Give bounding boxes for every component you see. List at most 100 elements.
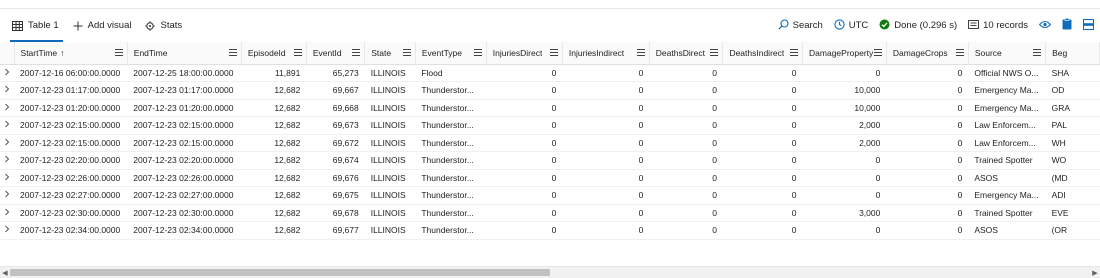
expand-row-chevron-icon[interactable] — [0, 99, 15, 117]
cell-beg[interactable]: (OR — [1045, 221, 1100, 240]
cell-eventid[interactable]: 69,677 — [306, 221, 365, 240]
column-menu-icon[interactable] — [352, 48, 361, 58]
cell-damagecrops[interactable]: 0 — [886, 204, 969, 222]
cell-damageproperty[interactable]: 0 — [802, 186, 887, 205]
cell-episodeid[interactable]: 11,891 — [241, 64, 307, 82]
cell-injuriesindirect[interactable]: 0 — [562, 99, 650, 117]
expand-row-chevron-icon[interactable] — [0, 151, 15, 170]
cell-starttime[interactable]: 2007-12-23 02:15:00.0000 — [14, 134, 128, 152]
cell-state[interactable]: ILLINOIS — [364, 151, 416, 170]
cell-source[interactable]: ASOS — [968, 169, 1046, 187]
table-row[interactable]: 2007-12-23 02:15:00.0000 2007-12-23 02:15… — [0, 134, 1100, 152]
cell-state[interactable]: ILLINOIS — [364, 134, 416, 152]
add-visual-button[interactable]: Add visual — [67, 9, 140, 42]
table-row[interactable]: 2007-12-23 02:15:00.0000 2007-12-23 02:15… — [0, 116, 1100, 135]
cell-state[interactable]: ILLINOIS — [364, 186, 416, 205]
cell-source[interactable]: Law Enforcem... — [968, 116, 1046, 135]
column-header-endtime[interactable]: EndTime — [127, 42, 242, 65]
column-header-injuriesindirect[interactable]: InjuriesIndirect — [562, 42, 650, 65]
table-row[interactable]: 2007-12-23 02:30:00.0000 2007-12-23 02:30… — [0, 204, 1100, 222]
cell-eventtype[interactable]: Thunderstor... — [415, 169, 487, 187]
tab-table-1[interactable]: Table 1 — [6, 9, 67, 42]
cell-damageproperty[interactable]: 10,000 — [802, 99, 887, 117]
cell-damagecrops[interactable]: 0 — [886, 186, 969, 205]
cell-injuriesdirect[interactable]: 0 — [486, 151, 563, 170]
column-header-state[interactable]: State — [364, 42, 416, 65]
cell-starttime[interactable]: 2007-12-23 02:34:00.0000 — [14, 221, 128, 240]
cell-eventid[interactable]: 65,273 — [306, 64, 365, 82]
cell-starttime[interactable]: 2007-12-23 01:20:00.0000 — [14, 99, 128, 117]
cell-endtime[interactable]: 2007-12-23 02:34:00.0000 — [127, 221, 242, 240]
cell-injuriesdirect[interactable]: 0 — [486, 134, 563, 152]
table-row[interactable]: 2007-12-23 02:26:00.0000 2007-12-23 02:26… — [0, 169, 1100, 187]
copy-button[interactable] — [1062, 18, 1072, 33]
cell-beg[interactable]: GRA — [1045, 99, 1100, 117]
cell-deathsdirect[interactable]: 0 — [649, 116, 723, 135]
column-header-beg[interactable]: Beg — [1045, 42, 1100, 65]
cell-state[interactable]: ILLINOIS — [364, 99, 416, 117]
cell-injuriesdirect[interactable]: 0 — [486, 186, 563, 205]
cell-injuriesindirect[interactable]: 0 — [562, 204, 650, 222]
cell-eventtype[interactable]: Thunderstor... — [415, 186, 487, 205]
cell-starttime[interactable]: 2007-12-23 02:30:00.0000 — [14, 204, 128, 222]
layout-button[interactable] — [1082, 18, 1095, 33]
cell-eventtype[interactable]: Thunderstor... — [415, 81, 487, 100]
cell-source[interactable]: Trained Spotter — [968, 151, 1046, 170]
scroll-left-icon[interactable]: ◀ — [0, 267, 10, 278]
cell-endtime[interactable]: 2007-12-25 18:00:00.0000 — [127, 64, 242, 82]
cell-damageproperty[interactable]: 0 — [802, 64, 887, 82]
cell-beg[interactable]: WH — [1045, 134, 1100, 152]
cell-injuriesdirect[interactable]: 0 — [486, 116, 563, 135]
cell-injuriesindirect[interactable]: 0 — [562, 186, 650, 205]
cell-state[interactable]: ILLINOIS — [364, 169, 416, 187]
cell-beg[interactable]: SHA — [1045, 64, 1100, 82]
cell-injuriesindirect[interactable]: 0 — [562, 81, 650, 100]
column-menu-icon[interactable] — [710, 48, 719, 58]
cell-endtime[interactable]: 2007-12-23 02:15:00.0000 — [127, 134, 242, 152]
view-toggle-button[interactable] — [1038, 20, 1052, 32]
cell-eventtype[interactable]: Thunderstor... — [415, 221, 487, 240]
cell-damageproperty[interactable]: 2,000 — [802, 116, 887, 135]
cell-injuriesdirect[interactable]: 0 — [486, 221, 563, 240]
cell-injuriesdirect[interactable]: 0 — [486, 64, 563, 82]
cell-deathsdirect[interactable]: 0 — [649, 134, 723, 152]
cell-damagecrops[interactable]: 0 — [886, 116, 969, 135]
expand-row-chevron-icon[interactable] — [0, 116, 15, 135]
column-header-source[interactable]: Source — [968, 42, 1047, 65]
cell-source[interactable]: Official NWS O... — [968, 64, 1046, 82]
cell-deathsindirect[interactable]: 0 — [722, 186, 803, 205]
cell-episodeid[interactable]: 12,682 — [241, 221, 307, 240]
cell-starttime[interactable]: 2007-12-23 02:27:00.0000 — [14, 186, 128, 205]
column-menu-icon[interactable] — [549, 48, 558, 58]
cell-eventtype[interactable]: Thunderstor... — [415, 99, 487, 117]
cell-eventid[interactable]: 69,676 — [306, 169, 365, 187]
cell-injuriesdirect[interactable]: 0 — [486, 99, 563, 117]
table-row[interactable]: 2007-12-23 01:17:00.0000 2007-12-23 01:17… — [0, 81, 1100, 100]
cell-damageproperty[interactable]: 10,000 — [802, 81, 887, 100]
cell-eventtype[interactable]: Thunderstor... — [415, 134, 487, 152]
column-header-deathsindirect[interactable]: DeathsIndirect — [722, 42, 804, 65]
cell-endtime[interactable]: 2007-12-23 01:20:00.0000 — [127, 99, 242, 117]
expand-row-chevron-icon[interactable] — [0, 64, 15, 82]
expand-row-chevron-icon[interactable] — [0, 169, 15, 187]
cell-episodeid[interactable]: 12,682 — [241, 186, 307, 205]
expand-row-chevron-icon[interactable] — [0, 81, 15, 100]
cell-injuriesdirect[interactable]: 0 — [486, 169, 563, 187]
table-row[interactable]: 2007-12-23 02:27:00.0000 2007-12-23 02:27… — [0, 186, 1100, 205]
cell-starttime[interactable]: 2007-12-23 02:15:00.0000 — [14, 116, 128, 135]
column-header-eventid[interactable]: EventId — [306, 42, 366, 65]
cell-eventid[interactable]: 69,668 — [306, 99, 365, 117]
cell-endtime[interactable]: 2007-12-23 02:15:00.0000 — [127, 116, 242, 135]
cell-injuriesindirect[interactable]: 0 — [562, 134, 650, 152]
cell-deathsdirect[interactable]: 0 — [649, 169, 723, 187]
horizontal-scrollbar[interactable]: ◀ ▶ — [0, 266, 1100, 278]
cell-damagecrops[interactable]: 0 — [886, 221, 969, 240]
cell-eventid[interactable]: 69,673 — [306, 116, 365, 135]
cell-endtime[interactable]: 2007-12-23 02:30:00.0000 — [127, 204, 242, 222]
column-menu-icon[interactable] — [293, 48, 302, 58]
cell-eventtype[interactable]: Thunderstor... — [415, 116, 487, 135]
cell-source[interactable]: Law Enforcem... — [968, 134, 1046, 152]
column-header-damageproperty[interactable]: DamageProperty — [802, 42, 887, 65]
cell-state[interactable]: ILLINOIS — [364, 221, 416, 240]
cell-source[interactable]: Emergency Ma... — [968, 99, 1046, 117]
